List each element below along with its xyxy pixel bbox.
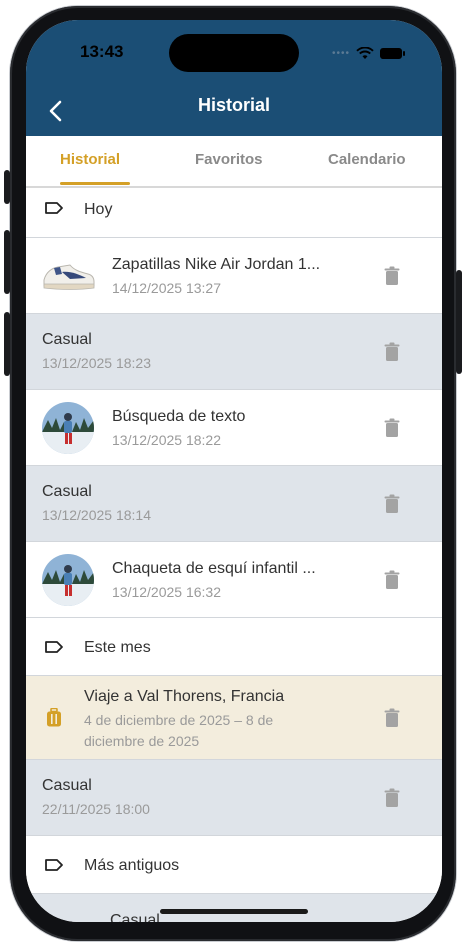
- volume-down-button: [4, 312, 10, 376]
- home-indicator[interactable]: [160, 909, 308, 914]
- trash-icon[interactable]: [384, 494, 400, 514]
- tab-historial[interactable]: Historial: [60, 151, 120, 168]
- trash-icon[interactable]: [384, 266, 400, 286]
- ski-photo-thumbnail: [42, 402, 94, 454]
- section-label: Este mes: [84, 639, 151, 656]
- trash-icon[interactable]: [384, 570, 400, 590]
- item-title: Casual: [110, 912, 160, 922]
- volume-up-button: [4, 230, 10, 294]
- tab-bar: Historial Favoritos Calendario: [26, 136, 442, 188]
- dynamic-island: [169, 34, 299, 72]
- status-icons: ••••: [331, 47, 405, 60]
- section-label: Más antiguos: [84, 857, 180, 874]
- wifi-icon: [356, 47, 374, 59]
- item-date-line1: 4 de diciembre de 2025 – 8 de: [84, 712, 274, 728]
- item-title: Casual: [42, 331, 92, 348]
- item-title: Búsqueda de texto: [112, 408, 246, 425]
- sneaker-thumbnail: [43, 264, 95, 290]
- battery-icon: [380, 48, 405, 59]
- section-header-this-month: Este mes: [26, 618, 442, 676]
- list-item-outfit[interactable]: Casual 13/12/2025 18:14: [26, 466, 442, 542]
- list-item-outfit[interactable]: Casual 13/12/2025 18:23: [26, 314, 442, 390]
- list-item[interactable]: Zapatillas Nike Air Jordan 1... 14/12/20…: [26, 238, 442, 314]
- item-date: 22/11/2025 18:00: [42, 801, 150, 817]
- active-tab-indicator: [60, 182, 130, 185]
- trash-icon[interactable]: [384, 788, 400, 808]
- item-date: 13/12/2025 16:32: [112, 584, 221, 600]
- section-label: Hoy: [84, 201, 113, 218]
- trash-icon[interactable]: [384, 708, 400, 728]
- action-button: [4, 170, 10, 204]
- item-title: Viaje a Val Thorens, Francia: [84, 688, 285, 705]
- tab-favoritos[interactable]: Favoritos: [195, 151, 263, 168]
- item-date: 13/12/2025 18:23: [42, 355, 151, 371]
- list-item-search[interactable]: Búsqueda de texto 13/12/2025 18:22: [26, 390, 442, 466]
- label-tag-icon: [45, 641, 63, 653]
- item-date: 13/12/2025 18:14: [42, 507, 151, 523]
- power-button: [456, 270, 462, 374]
- app-screen: 13:43 •••• Historial Historial Favoritos…: [26, 20, 442, 922]
- label-tag-icon: [45, 202, 63, 214]
- label-tag-icon: [45, 859, 63, 871]
- header-bar: 13:43 •••• Historial: [26, 20, 442, 136]
- suitcase-icon: [47, 708, 61, 727]
- page-title: Historial: [197, 95, 271, 115]
- item-title: Casual: [42, 777, 92, 794]
- item-date: 13/12/2025 18:22: [112, 432, 221, 448]
- tab-calendario[interactable]: Calendario: [328, 151, 406, 168]
- item-date: 14/12/2025 13:27: [112, 280, 221, 296]
- list-item[interactable]: Chaqueta de esquí infantil ... 13/12/202…: [26, 542, 442, 618]
- list-item-trip[interactable]: Viaje a Val Thorens, Francia 4 de diciem…: [26, 676, 442, 760]
- trash-icon[interactable]: [384, 418, 400, 438]
- list-item-outfit[interactable]: Casual: [26, 894, 442, 922]
- section-header-today: Hoy: [26, 188, 442, 238]
- item-title: Chaqueta de esquí infantil ...: [112, 560, 316, 577]
- trash-icon[interactable]: [384, 342, 400, 362]
- item-title: Casual: [42, 483, 92, 500]
- item-title: Zapatillas Nike Air Jordan 1...: [112, 256, 321, 273]
- signal-icon: ••••: [331, 48, 350, 59]
- ski-photo-thumbnail: [42, 554, 94, 606]
- section-header-older: Más antiguos: [26, 836, 442, 894]
- item-date-line2: diciembre de 2025: [84, 733, 200, 749]
- list-item-outfit[interactable]: Casual 22/11/2025 18:00: [26, 760, 442, 836]
- status-time: 13:43: [80, 42, 124, 61]
